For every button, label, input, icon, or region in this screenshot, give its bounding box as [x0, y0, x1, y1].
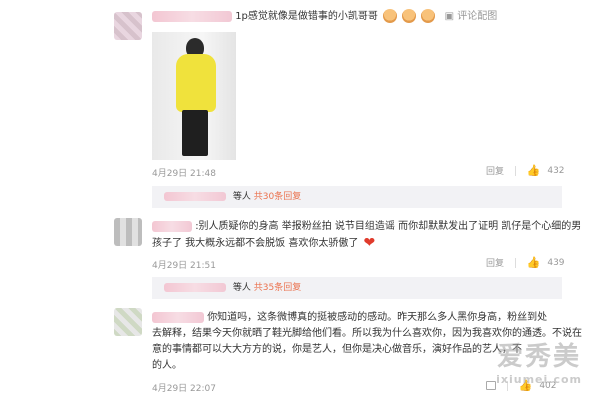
- comment-text-line2: 孩子了 我大概永远都不会脱饭 喜欢你太骄傲了: [152, 238, 359, 249]
- like-count: 439: [547, 257, 565, 268]
- red-heart-icon: ❤: [363, 235, 376, 251]
- comment-actions: 回复 👍 439: [486, 256, 565, 269]
- watermark-url: ixiumei.com: [496, 373, 582, 386]
- comment-actions: 回复 👍 432: [486, 164, 565, 177]
- username-blurred[interactable]: [152, 311, 204, 323]
- thumbs-up-icon[interactable]: 👍: [527, 256, 541, 269]
- username-blurred[interactable]: [152, 10, 232, 22]
- comment-text-line: 意的事情都可以大大方方的说，你是艺人，但你是决心做音乐，演好作品的艺人，不: [152, 344, 522, 355]
- comment-text-line: 的人。: [152, 360, 182, 371]
- thumbs-up-icon[interactable]: 👍: [527, 164, 541, 177]
- comment-text-line: :别人质疑你的身高 举报粉丝拍 说节目组造谣 而你却默默发出了证明 凯仔是个心细…: [152, 219, 581, 235]
- view-image-link[interactable]: 评论配图: [457, 11, 497, 22]
- reply-users-blurred: [164, 283, 226, 292]
- reply-button[interactable]: 回复: [486, 164, 504, 177]
- avatar[interactable]: [114, 12, 142, 40]
- cute-face-emoji-icon: [402, 9, 417, 23]
- username-blurred[interactable]: [152, 220, 192, 232]
- comment-text-line1: 你知道吗，这条微博真的挺被感动的感动。昨天那么多人黑你身高，粉丝到处: [207, 312, 548, 323]
- divider: [514, 165, 516, 176]
- share-icon[interactable]: [486, 381, 496, 390]
- divider: [514, 257, 516, 268]
- reply-users-blurred: [164, 192, 226, 201]
- replies-summary[interactable]: 等人 共30条回复: [152, 186, 562, 208]
- avatar[interactable]: [114, 308, 142, 336]
- replies-prefix: 等人: [232, 192, 251, 202]
- view-replies-link[interactable]: 共35条回复: [254, 283, 301, 293]
- comment-photo[interactable]: [152, 32, 236, 160]
- person-hoodie: [176, 54, 216, 112]
- reply-button[interactable]: 回复: [486, 256, 504, 269]
- view-replies-link[interactable]: 共30条回复: [254, 192, 301, 202]
- image-icon[interactable]: ▣: [445, 11, 454, 22]
- replies-prefix: 等人: [232, 283, 251, 293]
- comment-date: 4月29日 21:48: [152, 169, 216, 179]
- watermark-main: 爱秀美: [497, 342, 582, 372]
- avatar[interactable]: [114, 218, 142, 246]
- comment-date: 4月29日 21:51: [152, 261, 216, 271]
- comment-text-line: 1p感觉就像是做错事的小凯哥哥 ▣ 评论配图: [152, 9, 497, 25]
- comment-text-line1: :别人质疑你的身高 举报粉丝拍 说节目组造谣 而你却默默发出了证明 凯仔是个心细…: [195, 221, 582, 232]
- person-legs: [182, 110, 208, 156]
- comment-text-line: 孩子了 我大概永远都不会脱饭 喜欢你太骄傲了 ❤: [152, 236, 378, 252]
- replies-summary[interactable]: 等人 共35条回复: [152, 277, 562, 299]
- cute-face-emoji-icon: [421, 9, 436, 23]
- like-count: 432: [547, 165, 565, 176]
- comment-date: 4月29日 22:07: [152, 384, 216, 394]
- comment-text: 1p感觉就像是做错事的小凯哥哥: [235, 11, 378, 22]
- cute-face-emoji-icon: [383, 9, 398, 23]
- comment-text-line: 你知道吗，这条微博真的挺被感动的感动。昨天那么多人黑你身高，粉丝到处: [152, 310, 547, 326]
- watermark-logo: 爱秀美 ixiumei.com: [496, 336, 582, 386]
